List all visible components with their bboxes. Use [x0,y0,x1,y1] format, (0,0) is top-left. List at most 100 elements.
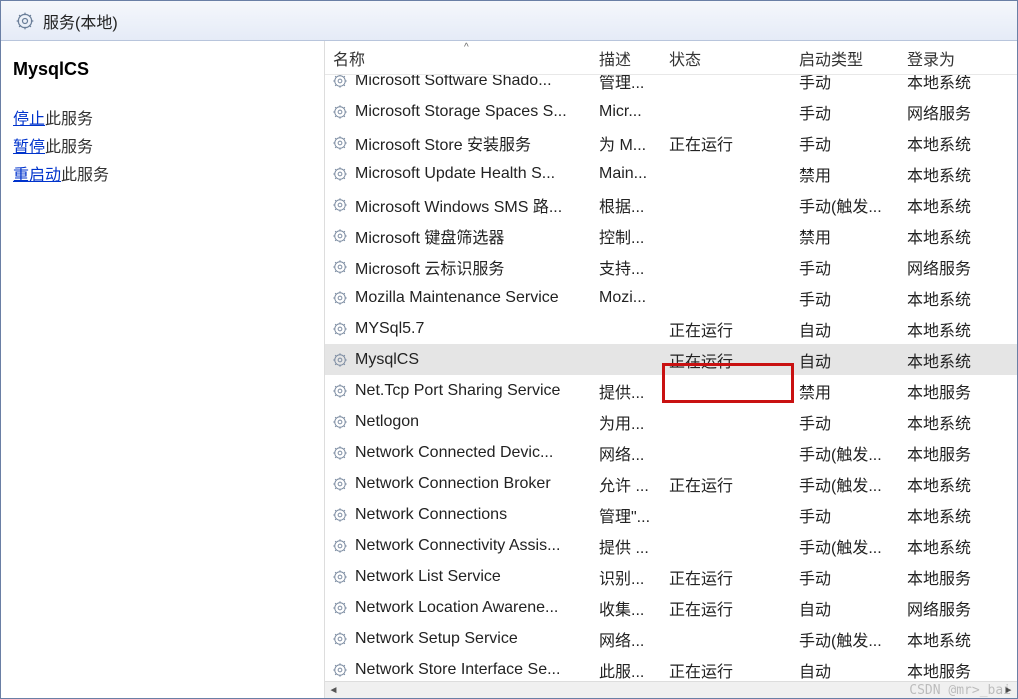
service-row[interactable]: Network Store Interface Se...此服...正在运行自动… [325,654,1017,681]
horizontal-scrollbar[interactable]: ◄ ► [325,681,1017,698]
service-start-cell: 自动 [799,596,907,620]
list-header[interactable]: 名称 ^ 描述 状态 启动类型 登录为 [325,41,1017,75]
service-action-link[interactable]: 重启动 [13,167,61,184]
service-desc-cell: Main... [599,165,669,183]
service-desc-cell: 收集... [599,596,669,620]
service-name-cell: Microsoft Windows SMS 路... [355,193,599,217]
service-row[interactable]: Microsoft Store 安装服务为 M...正在运行手动本地系统 [325,127,1017,158]
service-row[interactable]: Net.Tcp Port Sharing Service提供...禁用本地服务 [325,375,1017,406]
service-row[interactable]: Netlogon为用...手动本地系统 [325,406,1017,437]
gear-icon [329,196,351,214]
service-name-cell: Microsoft Update Health S... [355,165,599,183]
gear-icon [329,475,351,493]
column-header-desc[interactable]: 描述 [599,46,669,70]
column-header-name[interactable]: 名称 ^ [329,46,599,70]
service-row[interactable]: Network Connected Devic...网络...手动(触发...本… [325,437,1017,468]
service-action-suffix: 此服务 [45,139,93,156]
service-logon-cell: 网络服务 [907,596,987,620]
service-name-cell: Network Setup Service [355,630,599,648]
service-start-cell: 禁用 [799,162,907,186]
service-row[interactable]: Network Location Awarene...收集...正在运行自动网络… [325,592,1017,623]
service-logon-cell: 本地系统 [907,75,987,93]
service-desc-cell: 此服... [599,658,669,682]
scroll-track[interactable] [342,682,1000,699]
service-name-cell: MYSql5.7 [355,320,599,338]
service-row[interactable]: MysqlCS正在运行自动本地系统 [325,344,1017,375]
service-logon-cell: 本地系统 [907,286,987,310]
column-header-logon-as[interactable]: 登录为 [907,46,987,70]
service-action-link[interactable]: 停止 [13,111,45,128]
gear-icon [329,537,351,555]
service-row[interactable]: Microsoft Update Health S...Main...禁用本地系… [325,158,1017,189]
selected-service-name: MysqlCS [13,59,312,80]
service-start-cell: 禁用 [799,224,907,248]
service-start-cell: 禁用 [799,379,907,403]
service-name-cell: Network List Service [355,568,599,586]
service-start-cell: 手动 [799,131,907,155]
gear-icon [329,320,351,338]
service-logon-cell: 本地系统 [907,503,987,527]
service-row[interactable]: MYSql5.7正在运行自动本地系统 [325,313,1017,344]
service-row[interactable]: Microsoft 云标识服务支持... 手动网络服务 [325,251,1017,282]
service-row[interactable]: Microsoft Storage Spaces S...Micr...手动网络… [325,96,1017,127]
service-status-cell: 正在运行 [669,348,799,372]
service-start-cell: 手动 [799,503,907,527]
service-row[interactable]: Microsoft Software Shado...管理...手动本地系统 [325,75,1017,96]
service-name-cell: Network Location Awarene... [355,599,599,617]
title-bar: 服务(本地) [1,1,1017,41]
service-start-cell: 手动 [799,286,907,310]
gear-icon [329,103,351,121]
service-start-cell: 手动(触发... [799,534,907,558]
scroll-right-icon[interactable]: ► [1000,682,1017,699]
service-start-cell: 手动 [799,255,907,279]
service-action-link[interactable]: 暂停 [13,139,45,156]
service-name-cell: Network Connectivity Assis... [355,537,599,555]
service-desc-cell: Micr... [599,103,669,121]
service-desc-cell: 为 M... [599,131,669,155]
gear-icon [329,289,351,307]
scroll-left-icon[interactable]: ◄ [325,682,342,699]
service-row[interactable]: Network Setup Service网络...手动(触发...本地系统 [325,623,1017,654]
service-logon-cell: 本地系统 [907,348,987,372]
service-desc-cell: 控制... [599,224,669,248]
service-desc-cell: 支持... [599,255,669,279]
service-desc-cell: 为用... [599,410,669,434]
gear-icon [329,75,351,90]
service-logon-cell: 本地服务 [907,565,987,589]
service-name-cell: Net.Tcp Port Sharing Service [355,382,599,400]
service-logon-cell: 网络服务 [907,255,987,279]
service-desc-cell: 管理... [599,75,669,93]
service-row[interactable]: Network Connections管理"...手动本地系统 [325,499,1017,530]
service-status-cell: 正在运行 [669,596,799,620]
service-desc-cell: Mozi... [599,289,669,307]
column-header-status[interactable]: 状态 [669,46,799,70]
gear-icon [329,258,351,276]
service-row[interactable]: Microsoft 键盘筛选器控制...禁用本地系统 [325,220,1017,251]
gear-icon [329,413,351,431]
gear-icon [329,630,351,648]
service-name-cell: Network Store Interface Se... [355,661,599,679]
service-logon-cell: 本地系统 [907,317,987,341]
service-row[interactable]: Network List Service识别...正在运行手动本地服务 [325,561,1017,592]
service-name-cell: Microsoft 云标识服务 [355,255,599,279]
services-icon [15,11,35,31]
services-window: 服务(本地) MysqlCS 停止此服务暂停此服务重启动此服务 名称 ^ 描述 … [0,0,1018,699]
content-area: MysqlCS 停止此服务暂停此服务重启动此服务 名称 ^ 描述 状态 启动类型… [1,41,1017,698]
service-start-cell: 手动(触发... [799,441,907,465]
service-row[interactable]: Network Connection Broker允许 ...正在运行手动(触发… [325,468,1017,499]
service-name-cell: Network Connected Devic... [355,444,599,462]
service-name-cell: Network Connections [355,506,599,524]
service-row[interactable]: Network Connectivity Assis...提供 ...手动(触发… [325,530,1017,561]
service-row[interactable]: Mozilla Maintenance ServiceMozi...手动本地系统 [325,282,1017,313]
service-row[interactable]: Microsoft Windows SMS 路...根据...手动(触发...本… [325,189,1017,220]
column-header-start-type[interactable]: 启动类型 [799,46,907,70]
service-start-cell: 手动(触发... [799,193,907,217]
service-action: 重启动此服务 [13,162,312,190]
service-desc-cell: 网络... [599,627,669,651]
gear-icon [329,351,351,369]
service-desc-cell: 识别... [599,565,669,589]
gear-icon [329,227,351,245]
gear-icon [329,444,351,462]
service-logon-cell: 本地服务 [907,441,987,465]
service-list[interactable]: Microsoft Software Shado...管理...手动本地系统Mi… [325,75,1017,681]
